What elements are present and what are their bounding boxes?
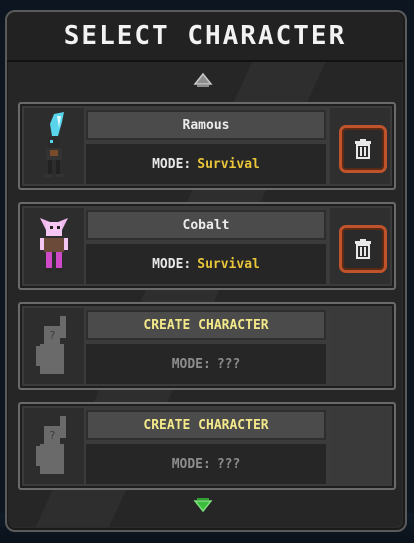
action-cell [330, 108, 390, 184]
character-portrait: ? [24, 308, 84, 384]
create-character-label: CREATE CHARACTER [86, 410, 326, 440]
action-cell [330, 308, 390, 384]
mode-row: MODE: Survival [86, 244, 326, 284]
scroll-down-arrow-icon[interactable] [193, 497, 213, 513]
svg-text:?: ? [49, 329, 56, 342]
trash-icon [355, 139, 371, 159]
ramous-character-sprite-icon [44, 112, 64, 177]
character-name: Cobalt [86, 210, 326, 240]
page-title: SELECT CHARACTER [63, 21, 347, 51]
placeholder-silhouette-icon: ? [36, 416, 66, 474]
mode-row: MODE: Survival [86, 144, 326, 184]
character-name: Ramous [86, 110, 326, 140]
mode-label: MODE: [152, 156, 192, 172]
character-slot-1[interactable]: Ramous MODE: Survival [18, 102, 396, 190]
mode-label: MODE: [171, 456, 211, 472]
mode-value: Survival [197, 256, 260, 272]
scroll-up-arrow-icon[interactable] [193, 72, 213, 88]
title-bar: SELECT CHARACTER [7, 12, 403, 62]
cobalt-character-sprite-icon [40, 218, 68, 272]
trash-icon [355, 239, 371, 259]
mode-label: MODE: [152, 256, 192, 272]
mode-row: MODE: ??? [86, 344, 326, 384]
mode-label: MODE: [171, 356, 211, 372]
character-portrait [24, 208, 84, 284]
mode-row: MODE: ??? [86, 444, 326, 484]
mode-value: ??? [216, 356, 241, 372]
svg-text:?: ? [49, 429, 56, 442]
create-character-label: CREATE CHARACTER [86, 310, 326, 340]
character-slot-4[interactable]: ? CREATE CHARACTER MODE: ??? [18, 402, 396, 490]
placeholder-silhouette-icon: ? [36, 316, 66, 374]
character-slot-3[interactable]: ? CREATE CHARACTER MODE: ??? [18, 302, 396, 390]
character-slot-2[interactable]: Cobalt MODE: Survival [18, 202, 396, 290]
mode-value: ??? [216, 456, 241, 472]
delete-character-button[interactable] [339, 225, 387, 273]
delete-character-button[interactable] [339, 125, 387, 173]
character-portrait: ? [24, 408, 84, 484]
action-cell [330, 408, 390, 484]
action-cell [330, 208, 390, 284]
mode-value: Survival [197, 156, 260, 172]
character-portrait [24, 108, 84, 184]
